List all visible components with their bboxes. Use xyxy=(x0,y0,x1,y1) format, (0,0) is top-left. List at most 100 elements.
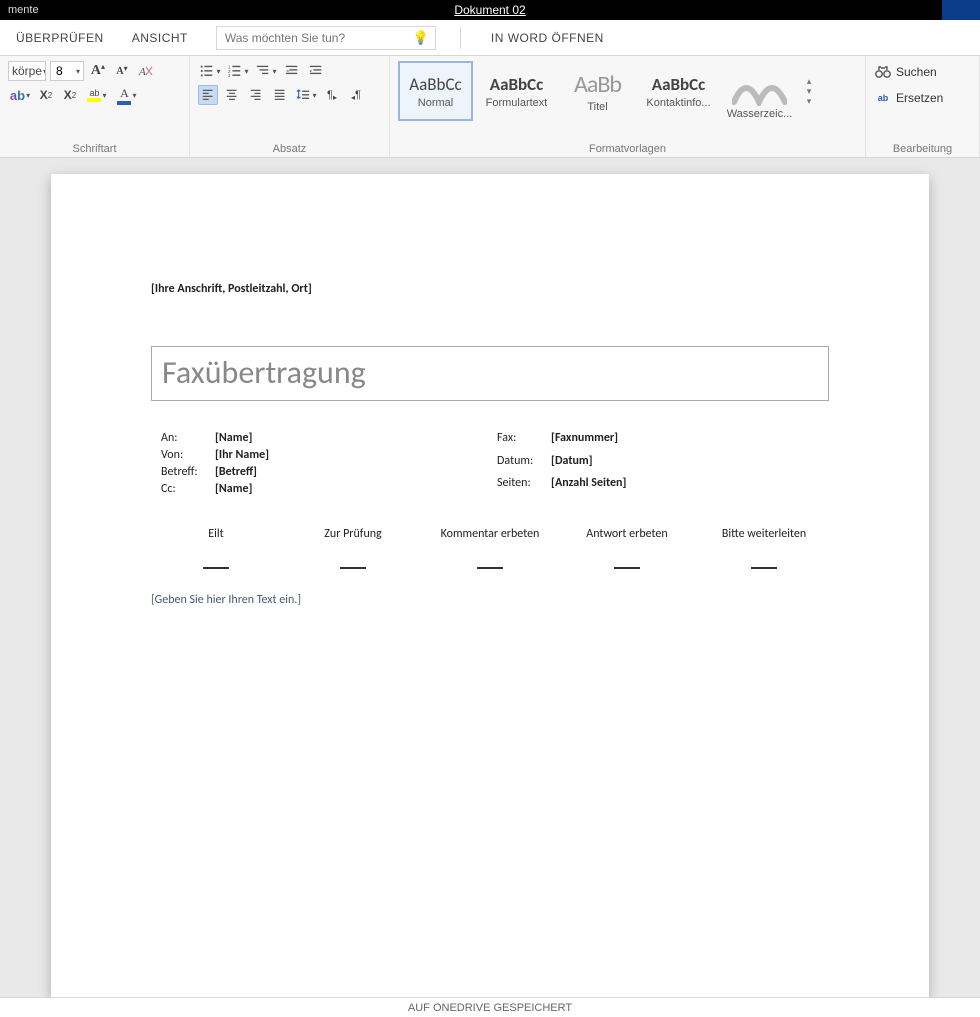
find-button[interactable]: Suchen xyxy=(874,61,971,83)
check-antwort[interactable]: Antwort erbeten xyxy=(562,527,692,569)
watermark-icon xyxy=(732,66,787,106)
label-an: An: xyxy=(161,431,213,446)
style-kontaktinfo[interactable]: AaBbCc Kontaktinfo... xyxy=(641,61,716,121)
font-name-select[interactable]: körpe▾ xyxy=(8,61,46,81)
tabs-row: ÜBERPRÜFEN ANSICHT 💡 IN WORD ÖFFNEN xyxy=(0,20,980,56)
chevron-down-icon: ▾ xyxy=(272,67,276,76)
font-size-select[interactable]: ▾ xyxy=(50,61,84,81)
grow-font-button[interactable]: A▴ xyxy=(88,61,108,81)
tell-me-search[interactable]: 💡 xyxy=(216,26,436,50)
value-datum[interactable]: [Datum] xyxy=(551,454,630,475)
title-box[interactable]: Faxübertragung xyxy=(151,346,829,401)
group-label: Formatvorlagen xyxy=(398,141,857,155)
group-editing: Suchen ab Ersetzen Bearbeitung xyxy=(866,56,980,157)
subscript-button[interactable]: X2 xyxy=(36,85,56,105)
styles-more[interactable]: ▴ ▾ ▾ xyxy=(803,76,815,106)
styles-gallery: AaBbCc Normal AaBbCc Formulartext AaBb T… xyxy=(398,61,815,121)
partial-text: mente xyxy=(8,4,39,16)
check-eilt[interactable]: Eilt xyxy=(151,527,281,569)
checkboxes-row: Eilt Zur Prüfung Kommentar erbeten Antwo… xyxy=(151,527,829,569)
value-cc[interactable]: [Name] xyxy=(215,482,273,497)
group-label: Schriftart xyxy=(8,141,181,155)
group-label: Bearbeitung xyxy=(874,141,971,155)
check-label: Bitte weiterleiten xyxy=(722,527,806,555)
address-placeholder[interactable]: [Ihre Anschrift, Postleitzahl, Ort] xyxy=(151,282,829,296)
chevron-down-icon: ▾ xyxy=(216,67,220,76)
status-bar: AUF ONEDRIVE GESPEICHERT xyxy=(0,997,980,1017)
chevron-down-icon: ▾ xyxy=(43,67,46,76)
value-fax[interactable]: [Faxnummer] xyxy=(551,431,630,452)
check-pruefung[interactable]: Zur Prüfung xyxy=(288,527,418,569)
highlight-button[interactable]: ab ▾ xyxy=(84,85,110,105)
tell-me-input[interactable] xyxy=(223,30,413,46)
align-left-button[interactable] xyxy=(198,85,218,105)
body-placeholder[interactable]: [Geben Sie hier Ihren Text ein.] xyxy=(151,593,829,607)
decrease-indent-button[interactable] xyxy=(282,61,302,81)
binoculars-icon xyxy=(874,64,892,80)
chevron-down-icon: ▾ xyxy=(244,67,248,76)
meta-right: Fax:[Faxnummer] Datum:[Datum] Seiten:[An… xyxy=(495,429,632,499)
label-datum: Datum: xyxy=(497,454,549,475)
multilevel-list-button[interactable]: ▾ xyxy=(254,61,278,81)
label-fax: Fax: xyxy=(497,431,549,452)
clear-formatting-button[interactable]: A xyxy=(136,61,156,81)
divider xyxy=(460,27,461,49)
bullet-list-button[interactable]: ▾ xyxy=(198,61,222,81)
text-effects-button[interactable]: ab ▾ xyxy=(8,85,32,105)
label-seiten: Seiten: xyxy=(497,476,549,497)
style-titel[interactable]: AaBb Titel xyxy=(560,61,635,121)
replace-button[interactable]: ab Ersetzen xyxy=(874,87,971,109)
increase-indent-button[interactable] xyxy=(306,61,326,81)
open-in-word-button[interactable]: IN WORD ÖFFNEN xyxy=(485,25,610,51)
group-label: Absatz xyxy=(198,141,381,155)
align-center-button[interactable] xyxy=(222,85,242,105)
window-control-area[interactable] xyxy=(942,0,980,20)
tab-review[interactable]: ÜBERPRÜFEN xyxy=(10,25,110,51)
check-line xyxy=(477,561,503,569)
title-bar: mente Dokument 02 xyxy=(0,0,980,20)
check-weiterleiten[interactable]: Bitte weiterleiten xyxy=(699,527,829,569)
value-an[interactable]: [Name] xyxy=(215,431,273,446)
ltr-text-direction-button[interactable]: ¶▸ xyxy=(322,85,342,105)
lightbulb-icon: 💡 xyxy=(413,30,429,46)
style-normal[interactable]: AaBbCc Normal xyxy=(398,61,473,121)
label-von: Von: xyxy=(161,448,213,463)
value-seiten[interactable]: [Anzahl Seiten] xyxy=(551,476,630,497)
font-color-button[interactable]: A ▾ xyxy=(114,85,140,105)
line-spacing-button[interactable]: ▾ xyxy=(294,85,318,105)
value-von[interactable]: [Ihr Name] xyxy=(215,448,273,463)
chevron-up-icon[interactable]: ▴ xyxy=(803,76,815,86)
font-size-input[interactable] xyxy=(54,63,68,79)
style-formulartext[interactable]: AaBbCc Formulartext xyxy=(479,61,554,121)
check-label: Eilt xyxy=(208,527,223,555)
replace-icon: ab xyxy=(874,90,892,106)
justify-button[interactable] xyxy=(270,85,290,105)
check-label: Kommentar erbeten xyxy=(441,527,540,555)
chevron-down-icon[interactable]: ▾ xyxy=(803,86,815,96)
numbered-list-button[interactable]: 123 ▾ xyxy=(226,61,250,81)
value-betreff[interactable]: [Betreff] xyxy=(215,465,273,480)
label-betreff: Betreff: xyxy=(161,465,213,480)
font-name-value: körpe xyxy=(12,64,42,78)
document-title[interactable]: Dokument 02 xyxy=(454,3,525,17)
style-wasserzeichen[interactable]: Wasserzeic... xyxy=(722,61,797,121)
tab-view[interactable]: ANSICHT xyxy=(126,25,194,51)
rtl-text-direction-button[interactable]: ◂¶ xyxy=(346,85,366,105)
svg-text:3: 3 xyxy=(228,73,231,78)
group-font: körpe▾ ▾ A▴ A▾ A ab ▾ X2 X2 ab ▾ xyxy=(0,56,190,157)
check-kommentar[interactable]: Kommentar erbeten xyxy=(425,527,555,569)
align-right-button[interactable] xyxy=(246,85,266,105)
fax-title[interactable]: Faxübertragung xyxy=(162,353,366,392)
style-sample: AaBbCc xyxy=(409,74,461,95)
check-line xyxy=(340,561,366,569)
check-label: Zur Prüfung xyxy=(324,527,381,555)
superscript-button[interactable]: X2 xyxy=(60,85,80,105)
style-label: Formulartext xyxy=(486,97,548,109)
more-icon[interactable]: ▾ xyxy=(803,96,815,106)
group-paragraph: ▾ 123 ▾ ▾ xyxy=(190,56,390,157)
document-page[interactable]: [Ihre Anschrift, Postleitzahl, Ort] Faxü… xyxy=(51,174,929,997)
shrink-font-button[interactable]: A▾ xyxy=(112,61,132,81)
chevron-down-icon: ▾ xyxy=(102,91,106,100)
document-canvas[interactable]: [Ihre Anschrift, Postleitzahl, Ort] Faxü… xyxy=(0,158,980,997)
chevron-down-icon: ▾ xyxy=(76,67,80,76)
